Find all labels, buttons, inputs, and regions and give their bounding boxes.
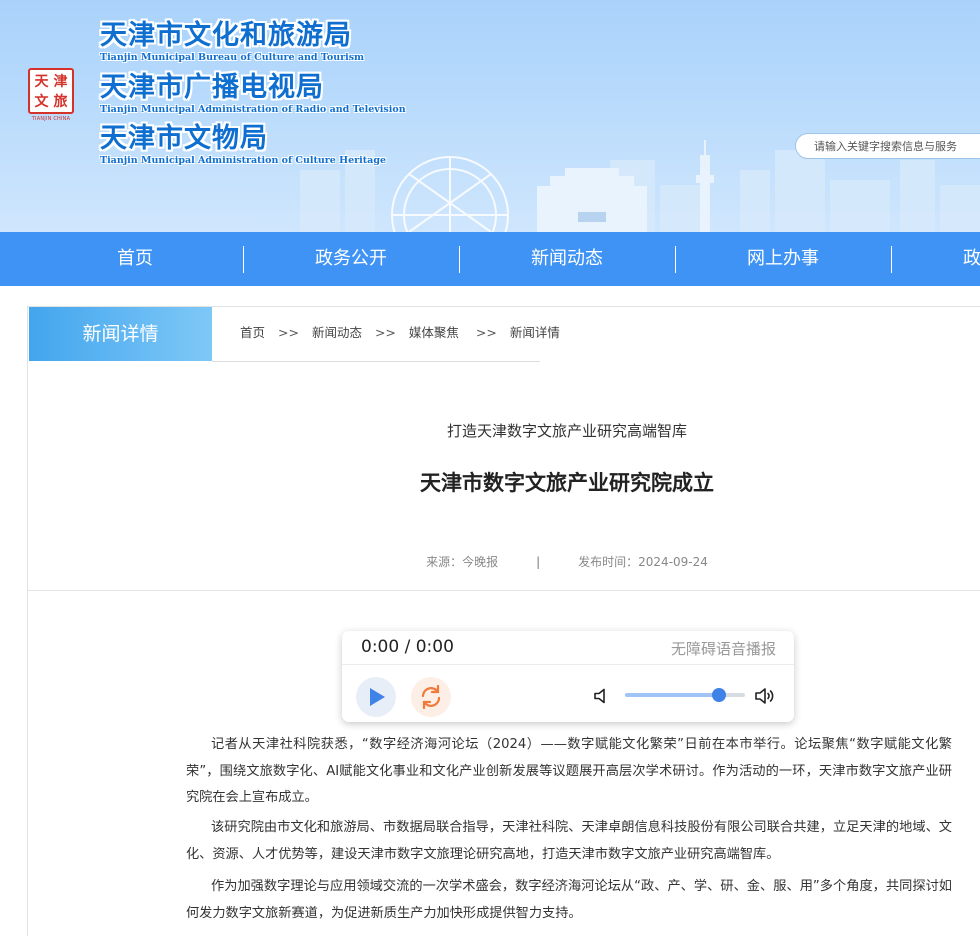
nav-item-online-services[interactable]: 网上办事 <box>675 232 891 286</box>
breadcrumb-current: 新闻详情 <box>509 325 560 340</box>
play-button[interactable] <box>356 677 396 717</box>
player-time: 0:00 / 0:00 <box>361 637 454 657</box>
breadcrumb-home[interactable]: 首页 <box>240 325 265 340</box>
org-name-cn: 天津市广播电视局 <box>100 72 324 103</box>
nav-item-truncated[interactable]: 政 <box>891 232 980 286</box>
logo-seal-caption: TIANJIN CHINA <box>31 116 71 122</box>
org-name-en: Tianjin Municipal Administration of Cult… <box>100 155 387 166</box>
org-name-en: Tianjin Municipal Administration of Radi… <box>100 104 406 115</box>
nav-item-news[interactable]: 新闻动态 <box>459 232 675 286</box>
volume-slider-fill <box>625 693 719 697</box>
article-paragraph-1: 记者从天津社科院获悉，“数字经济海河论坛（2024）——数字赋能文化繁荣”日前在… <box>186 737 952 805</box>
loop-button[interactable] <box>411 677 451 717</box>
article-source: 来源：今晚报 <box>426 555 499 569</box>
volume-slider[interactable] <box>625 688 745 702</box>
loop-icon <box>421 684 441 710</box>
page: 天 津 文 旅 TIANJIN CHINA 天津市文化和旅游局 Tianjin … <box>0 0 980 936</box>
org-name-culture-tourism: 天津市文化和旅游局 Tianjin Municipal Bureau of Cu… <box>100 20 364 64</box>
main-nav: 首页 政务公开 新闻动态 网上办事 政 <box>0 232 980 286</box>
breadcrumb: 首页 >> 新闻动态 >> 媒体聚焦 >> 新闻详情 <box>240 307 560 361</box>
site-header: 天 津 文 旅 TIANJIN CHINA 天津市文化和旅游局 Tianjin … <box>0 0 980 232</box>
breadcrumb-separator: >> <box>475 325 497 340</box>
breadcrumb-separator: >> <box>278 325 299 340</box>
article-paragraph-3: 作为加强数字理论与应用领域交流的一次学术盛会，数字经济海河论坛从“政、产、学、研… <box>186 879 952 921</box>
meta-separator: | <box>536 555 541 569</box>
breadcrumb-separator: >> <box>374 325 396 340</box>
article-meta: 来源：今晚报 | 发布时间：2024-09-24 <box>300 553 834 570</box>
article-date: 发布时间：2024-09-24 <box>578 555 708 569</box>
breadcrumb-underline <box>212 361 540 362</box>
article-paragraph-2: 该研究院由市文化和旅游局、市数据局联合指导，天津社科院、天津卓朗信息科技股份有限… <box>186 820 952 862</box>
volume-up-icon[interactable] <box>754 686 776 706</box>
article-title: 天津市数字文旅产业研究院成立 <box>420 471 714 495</box>
org-name-heritage: 天津市文物局 Tianjin Municipal Administration … <box>100 123 386 167</box>
meta-divider <box>28 590 980 591</box>
volume-slider-handle[interactable] <box>711 688 726 702</box>
nav-item-home[interactable]: 首页 <box>27 232 243 286</box>
article-subtitle: 打造天津数字文旅产业研究高端智库 <box>446 422 687 440</box>
volume-mute-icon[interactable] <box>592 687 610 705</box>
breadcrumb-news[interactable]: 新闻动态 <box>312 325 362 340</box>
org-name-en: Tianjin Municipal Bureau of Culture and … <box>100 52 365 63</box>
player-label: 无障碍语音播报 <box>670 640 776 658</box>
play-icon <box>370 688 385 706</box>
audio-player: 0:00 / 0:00 无障碍语音播报 <box>342 631 794 722</box>
org-name-radio-tv: 天津市广播电视局 Tianjin Municipal Administratio… <box>100 72 406 116</box>
section-title: 新闻详情 <box>29 307 212 361</box>
org-name-cn: 天津市文化和旅游局 <box>100 20 352 51</box>
player-divider <box>342 664 794 665</box>
nav-item-government-affairs[interactable]: 政务公开 <box>243 232 459 286</box>
search-input[interactable] <box>795 133 980 159</box>
breadcrumb-media[interactable]: 媒体聚焦 <box>409 325 459 340</box>
logo-seal: 天 津 文 旅 <box>28 68 74 114</box>
org-name-cn: 天津市文物局 <box>100 123 268 154</box>
